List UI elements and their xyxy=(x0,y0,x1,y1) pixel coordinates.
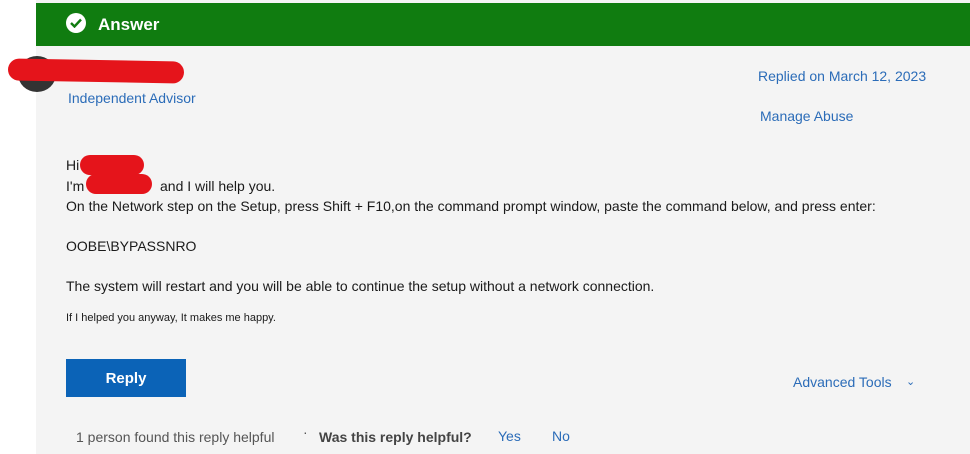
command-text: OOBE\BYPASSNRO xyxy=(66,238,197,254)
chevron-down-icon[interactable]: ⌄ xyxy=(906,375,915,388)
replied-date[interactable]: Replied on March 12, 2023 xyxy=(758,68,926,84)
result-text: The system will restart and you will be … xyxy=(66,278,655,294)
yes-button[interactable]: Yes xyxy=(498,428,521,444)
check-circle-icon xyxy=(66,13,86,33)
redacted-greeting-name xyxy=(80,155,144,175)
intro-prefix: I'm xyxy=(66,178,85,194)
answer-label: Answer xyxy=(98,15,160,34)
manage-abuse-link[interactable]: Manage Abuse xyxy=(760,108,853,124)
helpful-question: Was this reply helpful? xyxy=(319,429,472,445)
greeting: Hi xyxy=(66,157,80,173)
signature-text: If I helped you anyway, It makes me happ… xyxy=(66,312,276,324)
answer-banner xyxy=(36,3,970,46)
no-button[interactable]: No xyxy=(552,428,570,444)
separator-dot: · xyxy=(303,424,308,440)
instruction-text: On the Network step on the Setup, press … xyxy=(66,198,876,214)
reply-button[interactable]: Reply xyxy=(66,359,186,397)
intro-suffix: and I will help you. xyxy=(160,178,276,194)
author-role[interactable]: Independent Advisor xyxy=(68,90,196,106)
redacted-intro-name xyxy=(86,174,152,194)
advanced-tools-button[interactable]: Advanced Tools xyxy=(793,374,892,390)
redacted-author-name xyxy=(7,58,185,84)
helpful-count: 1 person found this reply helpful xyxy=(76,429,275,445)
